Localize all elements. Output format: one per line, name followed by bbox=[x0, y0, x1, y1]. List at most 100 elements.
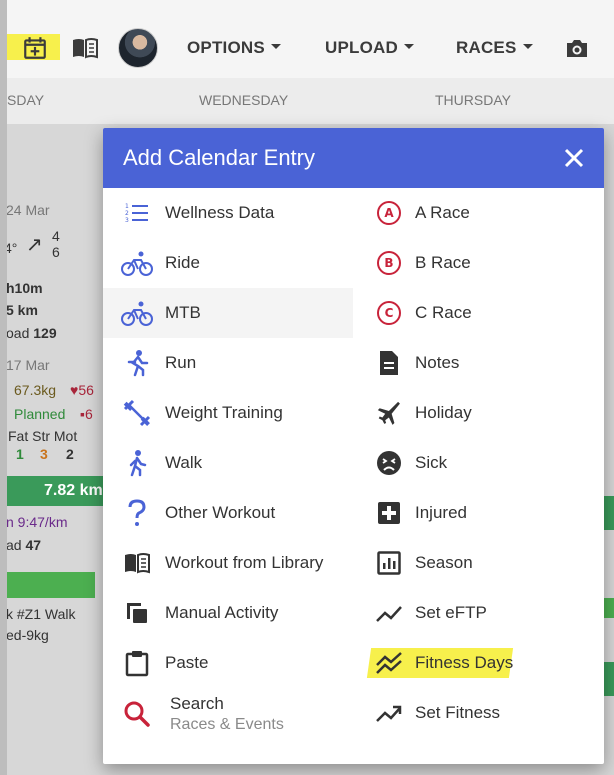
menu-item-mtb[interactable]: MTB bbox=[103, 288, 353, 338]
planned-label: Planned bbox=[14, 406, 66, 422]
stat-value: 2 bbox=[66, 446, 74, 462]
run-icon bbox=[121, 347, 153, 379]
workout-bar bbox=[0, 572, 95, 598]
stats-header: Fat Str Mot bbox=[8, 428, 78, 444]
notes-icon bbox=[373, 347, 405, 379]
menu-item-injured[interactable]: Injured bbox=[353, 488, 604, 538]
clipboard-icon bbox=[121, 647, 153, 679]
search-icon bbox=[121, 698, 153, 730]
distance-bar-label: 7.82 km bbox=[44, 482, 103, 499]
bike-icon bbox=[121, 247, 153, 279]
menu-item-label: A Race bbox=[415, 203, 470, 222]
stat-value: 1 bbox=[16, 446, 24, 462]
menu-item-label: B Race bbox=[415, 253, 471, 272]
stat-value: 3 bbox=[40, 446, 48, 462]
camera-icon[interactable] bbox=[562, 34, 592, 62]
menu-item-label: MTB bbox=[165, 303, 201, 322]
svg-text:3: 3 bbox=[125, 217, 129, 224]
menu-item-run[interactable]: Run bbox=[103, 338, 353, 388]
day-label: SDAY bbox=[7, 92, 45, 108]
right-edge-bar bbox=[604, 496, 614, 530]
close-button[interactable] bbox=[562, 146, 586, 170]
trend-line-icon bbox=[373, 597, 405, 629]
menu-item-label: Ride bbox=[165, 253, 200, 272]
hr-zone-icon: ▪6 bbox=[80, 406, 93, 422]
menu-item-weight-training[interactable]: Weight Training bbox=[103, 388, 353, 438]
menu-item-set-eftp[interactable]: Set eFTP bbox=[353, 588, 604, 638]
menu-item-paste[interactable]: Paste bbox=[103, 638, 353, 688]
right-edge-bar bbox=[604, 598, 614, 618]
arrow-value: 6 bbox=[52, 244, 60, 260]
menu-item-label: Holiday bbox=[415, 403, 472, 422]
menu-item-search[interactable]: Search Races & Events bbox=[103, 688, 353, 743]
arrow-value: 4 bbox=[52, 228, 60, 244]
right-column: A A Race B B Race C C Race Notes Holiday bbox=[353, 188, 604, 738]
date-label: 17 Mar bbox=[6, 357, 50, 373]
medical-cross-icon bbox=[373, 497, 405, 529]
heart-icon: ♥56 bbox=[70, 382, 94, 398]
menu-item-label: Run bbox=[165, 353, 197, 372]
season-chart-icon bbox=[373, 547, 405, 579]
menu-item-b-race[interactable]: B B Race bbox=[353, 238, 604, 288]
svg-text:1: 1 bbox=[125, 203, 129, 210]
date-label: 24 Mar bbox=[6, 202, 50, 218]
a-race-icon: A bbox=[373, 197, 405, 229]
trend-up-icon bbox=[373, 697, 405, 729]
duration: h10m bbox=[6, 280, 43, 296]
day-header: SDAY WEDNESDAY THURSDAY bbox=[0, 78, 614, 124]
book-icon bbox=[121, 547, 153, 579]
menu-item-wellness-data[interactable]: 123 Wellness Data bbox=[103, 188, 353, 238]
menu-item-a-race[interactable]: A A Race bbox=[353, 188, 604, 238]
menu-item-ride[interactable]: Ride bbox=[103, 238, 353, 288]
menu-item-season[interactable]: Season bbox=[353, 538, 604, 588]
races-menu[interactable]: RACES bbox=[456, 38, 533, 58]
menu-item-label: Walk bbox=[165, 453, 203, 472]
menu-item-label: Manual Activity bbox=[165, 603, 279, 622]
day-label: WEDNESDAY bbox=[199, 92, 289, 108]
top-toolbar: OPTIONS UPLOAD RACES bbox=[0, 0, 614, 78]
menu-item-label: Weight Training bbox=[165, 403, 283, 422]
distance: 5 km bbox=[6, 302, 38, 318]
left-edge-shade bbox=[0, 0, 7, 775]
menu-item-c-race[interactable]: C C Race bbox=[353, 288, 604, 338]
menu-item-holiday[interactable]: Holiday bbox=[353, 388, 604, 438]
menu-item-other-workout[interactable]: Other Workout bbox=[103, 488, 353, 538]
menu-item-set-fitness[interactable]: Set Fitness bbox=[353, 688, 604, 738]
menu-item-sick[interactable]: Sick bbox=[353, 438, 604, 488]
right-edge-bar bbox=[604, 662, 614, 696]
c-race-icon: C bbox=[373, 297, 405, 329]
question-icon bbox=[121, 497, 153, 529]
mtb-icon bbox=[121, 297, 153, 329]
dialog-header: Add Calendar Entry bbox=[103, 128, 604, 188]
menu-item-label: Workout from Library bbox=[165, 553, 324, 572]
menu-item-walk[interactable]: Walk bbox=[103, 438, 353, 488]
menu-item-label: Sick bbox=[415, 453, 448, 472]
close-icon bbox=[564, 148, 584, 168]
menu-item-label: Injured bbox=[415, 503, 467, 522]
load-label: ad 47 bbox=[6, 537, 42, 553]
menu-item-label: Notes bbox=[415, 353, 460, 372]
avatar[interactable] bbox=[118, 28, 158, 68]
options-menu[interactable]: OPTIONS bbox=[187, 38, 281, 58]
library-book-icon[interactable] bbox=[70, 34, 100, 62]
workout-name: k #Z1 Walk bbox=[6, 606, 76, 622]
left-column: 123 Wellness Data Ride MTB Run Weight Tr… bbox=[103, 188, 353, 743]
menu-item-label: Wellness Data bbox=[165, 203, 275, 222]
menu-item-label: C Race bbox=[415, 303, 472, 322]
menu-item-label: Other Workout bbox=[165, 503, 276, 522]
menu-item-label: Paste bbox=[165, 653, 209, 672]
menu-item-label: Fitness Days bbox=[415, 653, 514, 672]
menu-item-manual-activity[interactable]: Manual Activity bbox=[103, 588, 353, 638]
upload-menu[interactable]: UPLOAD bbox=[325, 38, 414, 58]
menu-item-workout-from-library[interactable]: Workout from Library bbox=[103, 538, 353, 588]
dumbbell-icon bbox=[121, 397, 153, 429]
calendar-add-icon[interactable] bbox=[20, 34, 50, 62]
sick-face-icon bbox=[373, 447, 405, 479]
fitness-days-icon bbox=[373, 647, 405, 679]
day-label: THURSDAY bbox=[435, 92, 511, 108]
menu-item-fitness-days[interactable]: Fitness Days bbox=[353, 638, 604, 688]
load-label: oad 129 bbox=[6, 325, 57, 341]
add-calendar-entry-dialog: Add Calendar Entry 123 Wellness Data Rid… bbox=[103, 128, 604, 764]
menu-item-notes[interactable]: Notes bbox=[353, 338, 604, 388]
menu-item-label: Set Fitness bbox=[415, 703, 501, 722]
